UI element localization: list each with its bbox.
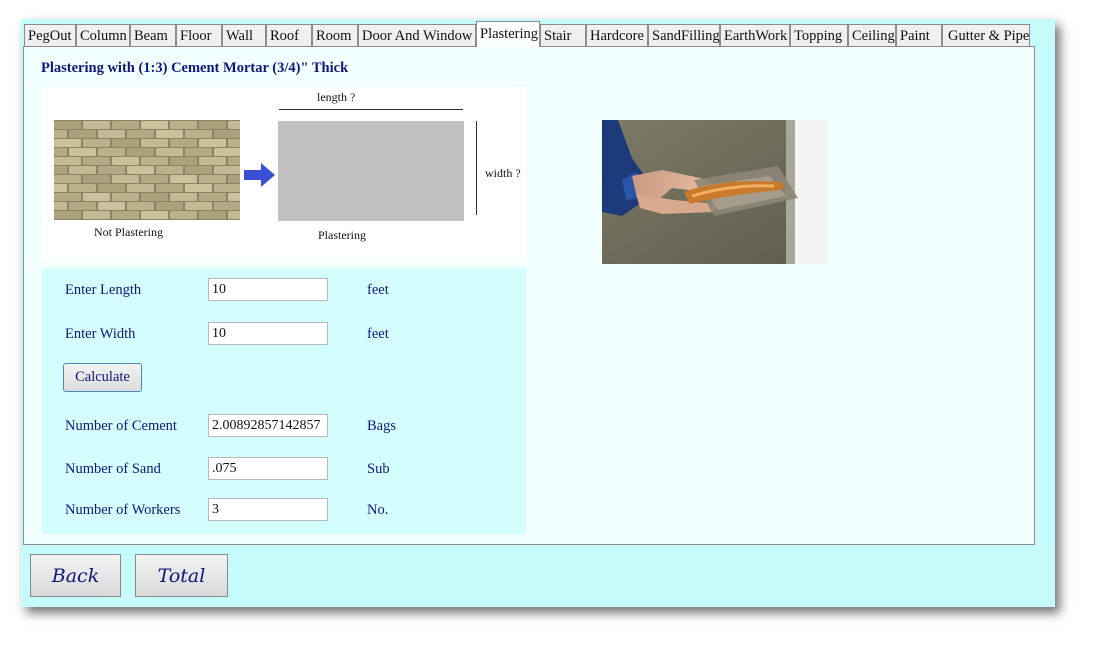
tab-pegout[interactable]: PegOut <box>24 24 76 46</box>
width-input[interactable] <box>208 322 328 345</box>
length-dimension-line <box>279 109 463 110</box>
plastering-panel: Plastering with (1:3) Cement Mortar (3/4… <box>23 46 1035 545</box>
tab-earthwork[interactable]: EarthWork <box>720 24 790 46</box>
length-field-label: Enter Length <box>65 282 142 298</box>
tab-room[interactable]: Room <box>312 24 358 46</box>
calculate-button[interactable]: Calculate <box>63 363 142 392</box>
tab-hardcore[interactable]: Hardcore <box>586 24 648 46</box>
cement-output[interactable] <box>208 414 328 437</box>
length-label: length ? <box>317 90 356 104</box>
tab-stair[interactable]: Stair <box>540 24 586 46</box>
plastering-form: Enter Length feet Enter Width feet Calcu… <box>42 268 526 534</box>
plastering-trowel-photo <box>602 120 828 264</box>
not-plastering-caption: Not Plastering <box>94 225 163 239</box>
width-label: width ? <box>485 166 521 180</box>
tab-door-and-window[interactable]: Door And Window <box>358 24 476 46</box>
tab-column[interactable]: Column <box>76 24 130 46</box>
total-button[interactable]: Total <box>135 554 228 597</box>
width-unit: feet <box>367 326 389 342</box>
tab-floor[interactable]: Floor <box>176 24 222 46</box>
workers-unit: No. <box>367 502 389 518</box>
arrow-right-icon <box>244 163 275 187</box>
tab-sandfilling[interactable]: SandFilling <box>648 24 720 46</box>
cement-unit: Bags <box>367 418 396 434</box>
tab-topping[interactable]: Topping <box>790 24 848 46</box>
plastered-wall-image <box>278 121 464 221</box>
tab-gutter-and-pipe[interactable]: Gutter & Pipe <box>942 24 1030 46</box>
plastering-diagram: Not Plastering length ? width ? Plasteri… <box>42 87 526 263</box>
tab-plastering[interactable]: Plastering <box>476 21 540 47</box>
tab-ceiling[interactable]: Ceiling <box>848 24 896 46</box>
workers-field-label: Number of Workers <box>65 502 181 518</box>
width-dimension-line <box>476 121 477 215</box>
cement-field-label: Number of Cement <box>65 418 177 434</box>
sand-field-label: Number of Sand <box>65 461 161 477</box>
tab-paint[interactable]: Paint <box>896 24 942 46</box>
back-button[interactable]: Back <box>30 554 121 597</box>
length-input[interactable] <box>208 278 328 301</box>
plastering-caption: Plastering <box>318 228 366 242</box>
page-title: Plastering with (1:3) Cement Mortar (3/4… <box>41 60 349 76</box>
tab-wall[interactable]: Wall <box>222 24 266 46</box>
length-unit: feet <box>367 282 389 298</box>
brick-wall-image <box>54 120 240 220</box>
sand-unit: Sub <box>367 461 390 477</box>
app-window: PegOut Column Beam Floor Wall Roof Room … <box>21 19 1055 607</box>
sand-output[interactable] <box>208 457 328 480</box>
tab-beam[interactable]: Beam <box>130 24 176 46</box>
workers-output[interactable] <box>208 498 328 521</box>
width-field-label: Enter Width <box>65 326 136 342</box>
tab-roof[interactable]: Roof <box>266 24 312 46</box>
